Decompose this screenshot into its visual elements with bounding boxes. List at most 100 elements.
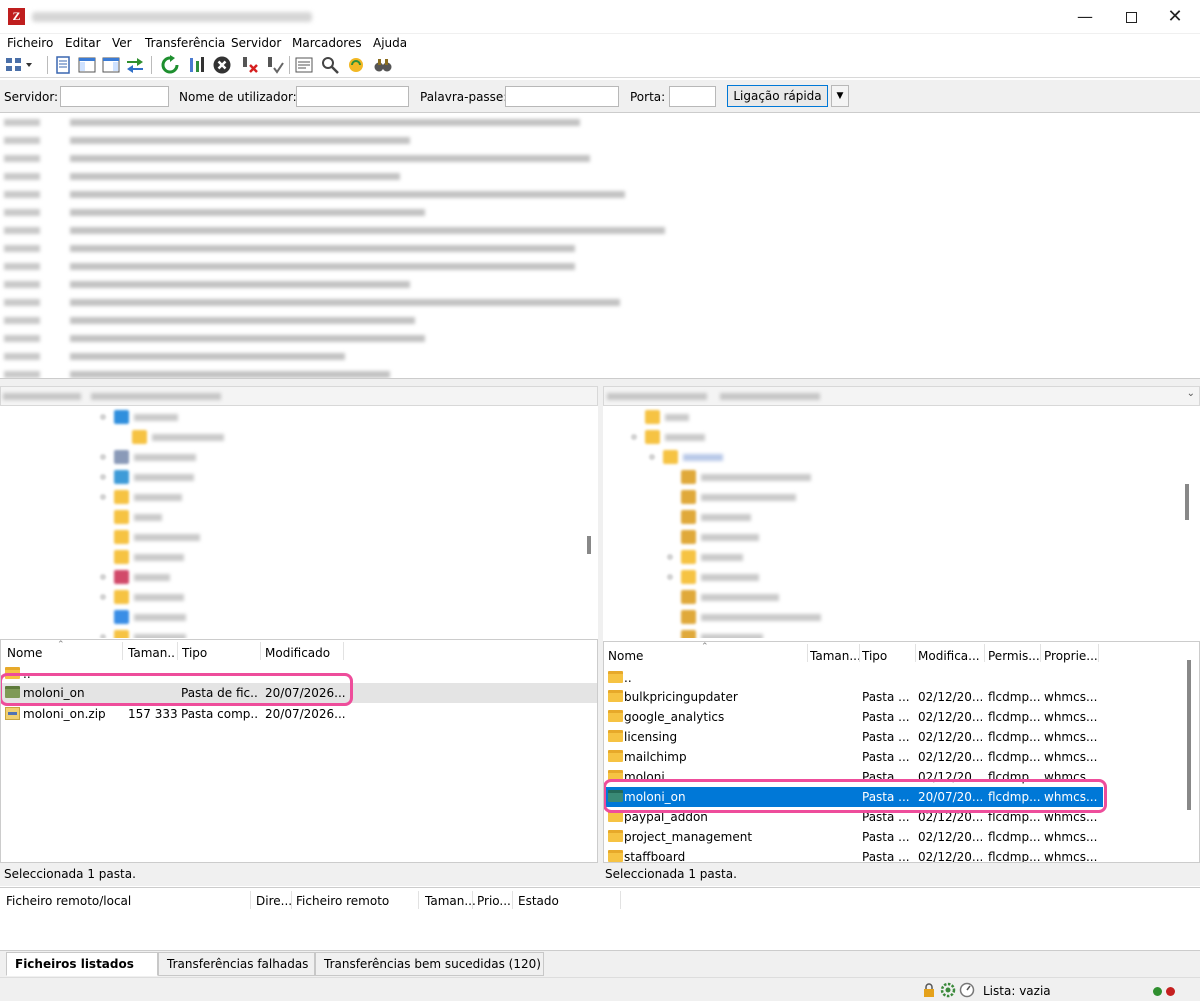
file-modified: 02/12/20... xyxy=(918,730,982,744)
remote-file-list[interactable]: ⌃ Nome Taman... Tipo Modifica... Permis.… xyxy=(603,641,1200,863)
site-manager-icon[interactable] xyxy=(4,55,32,75)
menu-editar[interactable]: Editar xyxy=(65,36,101,50)
password-input[interactable] xyxy=(505,86,619,107)
message-log[interactable] xyxy=(0,113,1200,379)
folder-icon xyxy=(608,750,623,762)
local-site-path[interactable] xyxy=(0,386,598,406)
minimize-button[interactable]: — xyxy=(1062,0,1108,34)
folder-icon xyxy=(608,830,623,842)
gear-icon[interactable] xyxy=(940,982,956,998)
menu-servidor[interactable]: Servidor xyxy=(231,36,281,50)
remote-site-path[interactable]: ⌄ xyxy=(603,386,1200,406)
compare-directories-icon[interactable] xyxy=(320,55,340,75)
menu-ver[interactable]: Ver xyxy=(112,36,132,50)
user-label: Nome de utilizador: xyxy=(179,90,297,104)
remote-directory-tree[interactable] xyxy=(603,406,1200,638)
column-tamanho[interactable]: Taman... xyxy=(425,894,476,908)
directory-listing-filters-icon[interactable] xyxy=(294,55,314,75)
table-row[interactable]: staffboard Pasta ... 02/12/20... flcdmp... w… xyxy=(604,847,1199,863)
chevron-down-icon[interactable]: ⌄ xyxy=(1187,388,1195,399)
column-direcao[interactable]: Dire... xyxy=(256,894,292,908)
remote-list-scrollbar[interactable] xyxy=(1187,660,1191,810)
tab-ficheiros-listados[interactable]: Ficheiros listados xyxy=(6,952,158,976)
file-permissions: flcdmp... xyxy=(988,690,1040,704)
username-input[interactable] xyxy=(296,86,409,107)
column-ficheiro-local[interactable]: Ficheiro remoto/local xyxy=(6,894,131,908)
column-tipo[interactable]: Tipo xyxy=(862,649,887,663)
table-row[interactable]: bulkpricingupdater Pasta ... 02/12/20... fl… xyxy=(604,687,1199,707)
column-permissoes[interactable]: Permis... xyxy=(988,649,1040,663)
reconnect-icon[interactable] xyxy=(265,55,285,75)
menu-ajuda[interactable]: Ajuda xyxy=(373,36,407,50)
file-type: Pasta ... xyxy=(862,830,910,844)
transfer-queue-icon[interactable] xyxy=(125,55,145,75)
file-name: project_management xyxy=(624,830,753,844)
close-button[interactable]: ✕ xyxy=(1152,0,1198,34)
column-estado[interactable]: Estado xyxy=(518,894,559,908)
local-status-text: Seleccionada 1 pasta. xyxy=(4,867,136,881)
local-list-header: ⌃ Nome Taman... Tipo Modificado xyxy=(1,640,597,664)
file-type: Pasta ... xyxy=(862,710,910,724)
tab-transferencias-sucedidas[interactable]: Transferências bem sucedidas (120) xyxy=(315,952,544,976)
speed-limit-icon[interactable] xyxy=(959,982,975,998)
table-row[interactable]: project_management Pasta ... 02/12/20... fl… xyxy=(604,827,1199,847)
close-icon: ✕ xyxy=(1167,6,1183,27)
remote-tree-scrollbar[interactable] xyxy=(1185,484,1189,520)
disconnect-icon[interactable] xyxy=(240,55,260,75)
menu-transferencia[interactable]: Transferência xyxy=(145,36,225,50)
tab-transferencias-falhadas[interactable]: Transferências falhadas xyxy=(158,952,315,976)
column-prioridade[interactable]: Prio... xyxy=(477,894,511,908)
message-log-icon[interactable] xyxy=(53,55,73,75)
synchronized-browsing-icon[interactable] xyxy=(346,55,366,75)
quickconnect-dropdown[interactable]: ▼ xyxy=(831,85,849,107)
table-row[interactable]: google_analytics Pasta ... 02/12/20... flcd… xyxy=(604,707,1199,727)
table-row[interactable]: mailchimp Pasta ... 02/12/20... flcdmp... wh… xyxy=(604,747,1199,767)
horizontal-splitter[interactable] xyxy=(0,379,1200,386)
server-input[interactable] xyxy=(60,86,169,107)
transfer-queue[interactable]: Ficheiro remoto/local Dire... Ficheiro r… xyxy=(0,887,1200,951)
table-row[interactable]: moloni_on.zip 157 333 Pasta comp... 20/0… xyxy=(1,704,597,724)
file-permissions: flcdmp... xyxy=(988,750,1040,764)
file-type: Pasta ... xyxy=(862,690,910,704)
file-modified: 02/12/20... xyxy=(918,850,982,863)
column-tamanho[interactable]: Taman... xyxy=(810,649,860,663)
column-ficheiro-remoto[interactable]: Ficheiro remoto xyxy=(296,894,389,908)
local-tree-icon[interactable] xyxy=(77,55,97,75)
column-modificado[interactable]: Modificado xyxy=(265,646,330,660)
file-owner: whmcs... xyxy=(1044,730,1098,744)
remote-status: Seleccionada 1 pasta. xyxy=(603,863,1200,886)
upload-indicator-icon xyxy=(1153,987,1162,996)
local-directory-tree[interactable] xyxy=(0,406,598,638)
process-queue-icon[interactable] xyxy=(187,55,207,75)
column-tamanho[interactable]: Taman... xyxy=(128,646,176,660)
column-proprietario[interactable]: Proprie... xyxy=(1044,649,1100,663)
table-row[interactable]: .. xyxy=(604,668,1199,688)
column-tipo[interactable]: Tipo xyxy=(182,646,207,660)
file-size: 157 333 xyxy=(128,707,178,721)
filezilla-app-icon: Z xyxy=(8,8,25,25)
toolbar xyxy=(0,52,1200,78)
file-name: bulkpricingupdater xyxy=(624,690,738,704)
column-modificado[interactable]: Modifica... xyxy=(918,649,984,663)
queue-tabs: Ficheiros listados Transferências falhad… xyxy=(0,951,1200,977)
cancel-operation-icon[interactable] xyxy=(212,55,232,75)
quickconnect-button[interactable]: Ligação rápida xyxy=(727,85,828,107)
table-row[interactable]: licensing Pasta ... 02/12/20... flcdmp... wh… xyxy=(604,727,1199,747)
column-nome[interactable]: Nome xyxy=(608,649,643,663)
remote-tree-icon[interactable] xyxy=(101,55,121,75)
file-type: Pasta ... xyxy=(862,850,910,863)
local-file-list[interactable]: ⌃ Nome Taman... Tipo Modificado .. molon… xyxy=(0,639,598,863)
local-tree-scrollbar[interactable] xyxy=(587,536,591,554)
window-title-blurred xyxy=(32,12,312,22)
file-permissions: flcdmp... xyxy=(988,710,1040,724)
file-name: .. xyxy=(624,671,632,685)
maximize-button[interactable] xyxy=(1108,0,1154,34)
menu-marcadores[interactable]: Marcadores xyxy=(292,36,362,50)
search-remote-files-icon[interactable] xyxy=(373,55,393,75)
menu-ficheiro[interactable]: Ficheiro xyxy=(7,36,53,50)
refresh-icon[interactable] xyxy=(160,55,180,75)
column-nome[interactable]: Nome xyxy=(7,646,42,660)
highlight-annotation xyxy=(1,673,353,706)
port-input[interactable] xyxy=(669,86,716,107)
file-modified: 02/12/20... xyxy=(918,830,982,844)
